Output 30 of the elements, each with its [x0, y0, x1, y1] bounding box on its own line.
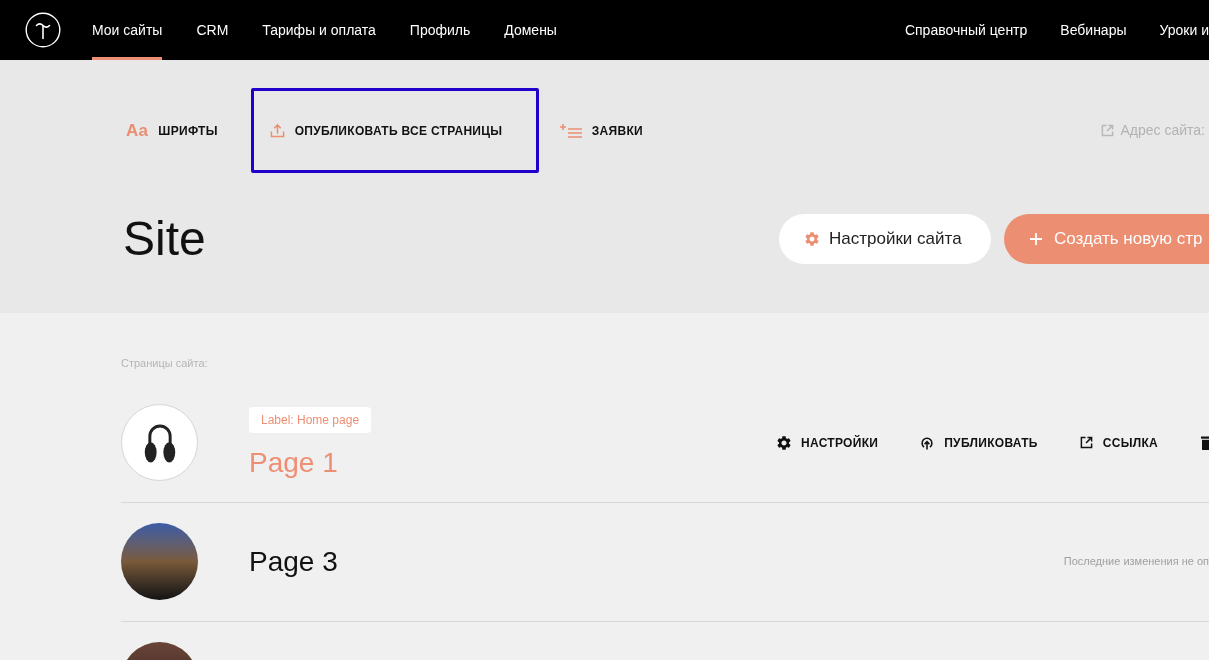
page-title-link[interactable]: Page 3 [249, 545, 338, 578]
toolbar-button[interactable]: Aa ШРИФТЫ [126, 121, 218, 140]
external-link-icon [1101, 124, 1115, 137]
page-action-button[interactable]: НАСТРОЙКИ [777, 433, 879, 452]
cloud-upload-icon [920, 435, 935, 450]
external-link-icon [1079, 436, 1093, 449]
fonts-icon: Aa [126, 122, 149, 139]
nav-link[interactable]: Справочный центр [904, 19, 1028, 41]
site-settings-button[interactable]: Настройки сайта [779, 214, 991, 264]
nav-tab[interactable]: CRM [196, 0, 229, 60]
page-action-button[interactable]: ПУБЛИКОВАТЬ [920, 433, 1038, 452]
nav-link[interactable]: Вебинары [1060, 19, 1127, 41]
plus-icon [1030, 233, 1042, 245]
settings-icon [805, 232, 819, 246]
upload-icon [269, 123, 285, 138]
nav-tab[interactable]: Домены [504, 0, 557, 60]
nav-tab[interactable]: Профиль [409, 0, 471, 60]
site-title: Site [123, 215, 206, 263]
pages-heading: Страницы сайта: [121, 356, 208, 370]
page-status-text: Последние изменения не оп [1063, 554, 1209, 570]
logo-icon [25, 12, 61, 48]
list-add-icon [559, 123, 582, 138]
nav-tab[interactable]: Тарифы и оплата [262, 0, 376, 60]
page-action-button[interactable]: ССЫЛКА [1079, 433, 1158, 452]
nav-link[interactable]: Уроки и [1159, 19, 1209, 41]
toolbar-button[interactable]: ЗАЯВКИ [559, 121, 643, 140]
trash-icon[interactable] [1200, 435, 1209, 450]
toolbar-button[interactable]: ОПУБЛИКОВАТЬ ВСЕ СТРАНИЦЫ [269, 121, 503, 140]
page-label-badge: Label: Home page [249, 406, 372, 433]
settings-icon [777, 435, 791, 450]
